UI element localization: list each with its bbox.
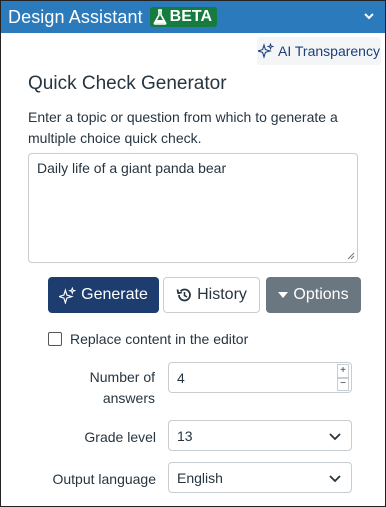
replace-content-label: Replace content in the editor xyxy=(70,331,249,347)
chevron-down-icon xyxy=(329,475,341,483)
answers-value: 4 xyxy=(177,369,185,386)
history-icon xyxy=(176,288,191,302)
answers-label: Number of answers xyxy=(81,367,155,409)
panel-header[interactable]: Design Assistant BETA xyxy=(1,1,385,33)
sparkles-icon xyxy=(258,43,275,59)
output-language-label: Output language xyxy=(52,471,156,487)
panel-title: Design Assistant xyxy=(8,6,143,27)
answers-label-line2: answers xyxy=(102,390,155,406)
caret-down-icon xyxy=(278,292,289,298)
ai-transparency-button[interactable]: AI Transparency xyxy=(257,37,381,65)
ai-transparency-label: AI Transparency xyxy=(278,43,380,59)
resize-handle-icon[interactable] xyxy=(347,252,355,260)
beta-label: BETA xyxy=(169,8,213,25)
history-label: History xyxy=(197,286,247,303)
flask-icon xyxy=(153,9,167,25)
sparkles-icon xyxy=(59,286,77,304)
design-assistant-panel: Design Assistant BETA AI Transparency Qu… xyxy=(0,0,386,507)
output-language-value: English xyxy=(177,469,223,486)
beta-badge: BETA xyxy=(149,7,218,27)
options-label: Options xyxy=(293,286,349,303)
chevron-down-icon[interactable] xyxy=(363,10,375,22)
grade-level-label: Grade level xyxy=(84,429,156,445)
page-title: Quick Check Generator xyxy=(28,73,227,94)
grade-level-value: 13 xyxy=(177,427,193,444)
answers-stepper[interactable]: + − xyxy=(337,364,349,391)
output-language-select[interactable]: English xyxy=(168,462,352,493)
instructions-text: Enter a topic or question from which to … xyxy=(28,109,338,146)
generate-label: Generate xyxy=(81,286,148,303)
topic-value: Daily life of a giant panda bear xyxy=(37,160,227,176)
history-button[interactable]: History xyxy=(163,277,260,313)
answers-label-line1: Number of xyxy=(89,369,155,385)
replace-content-checkbox[interactable] xyxy=(48,332,62,346)
topic-textarea[interactable]: Daily life of a giant panda bear xyxy=(28,153,358,263)
increment-icon[interactable]: + xyxy=(337,364,349,378)
chevron-down-icon xyxy=(329,433,341,441)
answers-number-input[interactable]: 4 + − xyxy=(168,362,352,393)
decrement-icon[interactable]: − xyxy=(337,377,349,391)
generate-button[interactable]: Generate xyxy=(48,277,159,313)
replace-content-option[interactable]: Replace content in the editor xyxy=(48,331,248,347)
grade-level-select[interactable]: 13 xyxy=(168,420,352,451)
options-button[interactable]: Options xyxy=(266,277,361,313)
